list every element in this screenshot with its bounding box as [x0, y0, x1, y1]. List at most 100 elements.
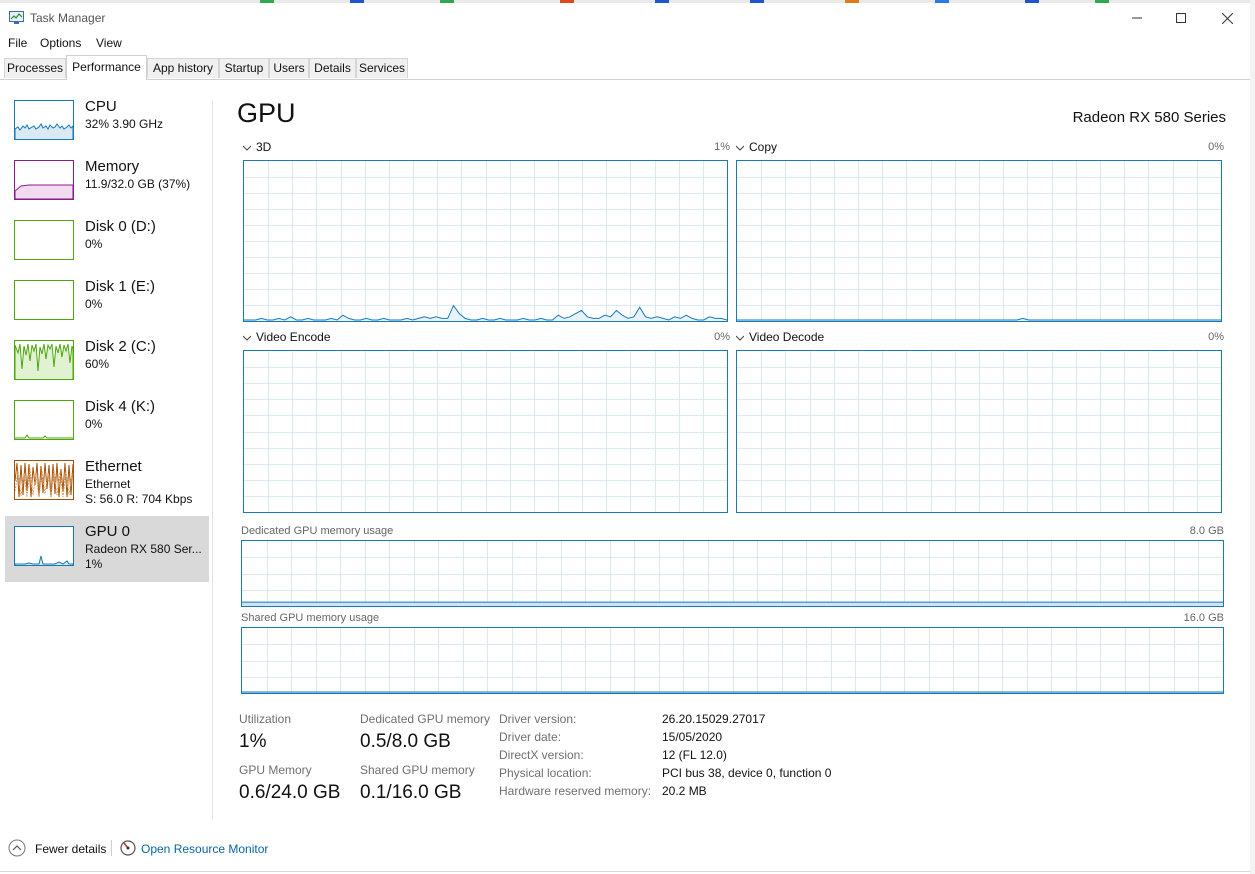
dedicated-memory-stat-value: 0.5/8.0 GB	[360, 731, 451, 752]
sidebar-item-memory[interactable]: Memory 11.9/32.0 GB (37%)	[5, 157, 209, 217]
sidebar-item-detail: Radeon RX 580 Ser...	[85, 542, 202, 556]
sidebar-item-label: Ethernet	[85, 458, 142, 475]
engine-graph-copy	[736, 160, 1222, 322]
maximize-icon	[1176, 13, 1186, 23]
dedicated-memory-fill	[242, 602, 1223, 606]
window-title: Task Manager	[30, 11, 106, 25]
sidebar-item-disk-1[interactable]: Disk 1 (E:) 0%	[5, 277, 209, 337]
close-button[interactable]	[1204, 3, 1250, 33]
desktop-edge	[1250, 0, 1255, 874]
disk-4-thumbnail	[14, 400, 74, 440]
driver-version-value: 26.20.15029.27017	[662, 712, 766, 726]
memory-thumbnail	[14, 160, 74, 200]
maximize-button[interactable]	[1158, 3, 1204, 33]
physical-location-value: PCI bus 38, device 0, function 0	[662, 766, 832, 780]
dedicated-memory-label: Dedicated GPU memory usage	[241, 525, 394, 537]
reserved-memory-value: 20.2 MB	[662, 784, 707, 798]
footer-divider	[111, 840, 112, 856]
tab-app-history[interactable]: App history	[147, 58, 219, 78]
tab-services[interactable]: Services	[356, 58, 408, 78]
engine-label: Video Decode	[749, 330, 825, 344]
tab-users[interactable]: Users	[269, 58, 309, 78]
engine-selector-video-encode[interactable]: Video Encode	[242, 330, 331, 344]
window-bottom-border	[0, 871, 1250, 872]
task-manager-icon	[9, 11, 24, 24]
sidebar-item-usage: 1%	[85, 557, 103, 571]
chevron-down-icon	[242, 140, 252, 154]
fewer-details-button[interactable]	[8, 839, 26, 857]
title-bar: Task Manager	[0, 3, 1250, 33]
gpu-memory-label: GPU Memory	[239, 763, 312, 777]
menu-file[interactable]: File	[8, 36, 27, 50]
disk-0-thumbnail	[14, 220, 74, 260]
resource-sidebar: CPU 32% 3.90 GHz Memory 11.9/32.0 GB (37…	[0, 80, 212, 820]
sidebar-item-detail: 0%	[85, 297, 103, 311]
sidebar-item-disk-2[interactable]: Disk 2 (C:) 60%	[5, 337, 209, 397]
sidebar-item-label: Disk 2 (C:)	[85, 338, 156, 355]
sidebar-item-label: Disk 1 (E:)	[85, 278, 156, 295]
sidebar-item-cpu[interactable]: CPU 32% 3.90 GHz	[5, 97, 209, 157]
shared-memory-stat-value: 0.1/16.0 GB	[360, 782, 462, 803]
minimize-button[interactable]	[1114, 3, 1160, 33]
sidebar-item-detail: Ethernet	[85, 477, 131, 491]
footer: Fewer details Open Resource Monitor	[0, 836, 1250, 862]
tab-startup[interactable]: Startup	[219, 58, 269, 78]
gpu-model-name: Radeon RX 580 Series	[1072, 109, 1226, 126]
sidebar-item-detail: 60%	[85, 357, 110, 371]
engine-selector-copy[interactable]: Copy	[735, 140, 778, 154]
directx-version-label: DirectX version:	[499, 748, 584, 762]
sidebar-item-disk-4[interactable]: Disk 4 (K:) 0%	[5, 397, 209, 457]
dedicated-memory-max: 8.0 GB	[1189, 525, 1224, 537]
sidebar-item-disk-0[interactable]: Disk 0 (D:) 0%	[5, 217, 209, 277]
menu-options[interactable]: Options	[40, 36, 81, 50]
driver-version-label: Driver version:	[499, 712, 577, 726]
dedicated-memory-stat-label: Dedicated GPU memory	[360, 712, 491, 726]
driver-date-value: 15/05/2020	[662, 730, 723, 744]
resource-monitor-icon	[120, 840, 136, 856]
engine-graph-video-encode	[243, 350, 728, 513]
utilization-label: Utilization	[239, 712, 292, 726]
directx-version-value: 12 (FL 12.0)	[662, 748, 727, 762]
engine-selector-3d[interactable]: 3D	[242, 140, 272, 154]
tab-details[interactable]: Details	[309, 58, 356, 78]
utilization-value: 1%	[239, 731, 267, 752]
engine-percentage: 1%	[714, 141, 730, 153]
physical-location-label: Physical location:	[499, 766, 592, 780]
cpu-thumbnail	[14, 100, 74, 140]
shared-memory-stat-label: Shared GPU memory	[360, 763, 475, 777]
sidebar-item-label: Disk 0 (D:)	[85, 218, 156, 235]
sidebar-item-label: Disk 4 (K:)	[85, 398, 156, 415]
tab-performance[interactable]: Performance	[66, 55, 147, 80]
engine-percentage: 0%	[1208, 141, 1224, 153]
driver-date-label: Driver date:	[499, 730, 562, 744]
chevron-down-icon	[735, 140, 745, 154]
chevron-down-icon	[735, 330, 745, 344]
engine-label: Copy	[749, 140, 778, 154]
engine-label: 3D	[256, 140, 272, 154]
sidebar-item-detail: 11.9/32.0 GB (37%)	[85, 177, 191, 191]
chevron-down-icon	[242, 330, 252, 344]
shared-memory-graph	[241, 627, 1224, 694]
minimize-icon	[1132, 17, 1142, 19]
menu-view[interactable]: View	[96, 36, 122, 50]
sidebar-divider	[212, 100, 213, 820]
sidebar-item-ethernet[interactable]: Ethernet Ethernet S: 56.0 R: 704 Kbps	[5, 457, 209, 517]
tab-processes[interactable]: Processes	[4, 58, 66, 78]
tab-bar: Processes Performance App history Startu…	[0, 55, 1250, 80]
disk-1-thumbnail	[14, 280, 74, 320]
sidebar-item-label: GPU 0	[85, 523, 131, 540]
sidebar-item-detail: 0%	[85, 417, 103, 431]
dedicated-memory-graph	[241, 540, 1224, 607]
reserved-memory-label: Hardware reserved memory:	[499, 784, 652, 798]
engine-graph-3d	[243, 160, 728, 322]
sidebar-item-detail: 0%	[85, 237, 103, 251]
engine-percentage: 0%	[1208, 331, 1224, 343]
fewer-details-link[interactable]: Fewer details	[35, 842, 106, 856]
engine-selector-video-decode[interactable]: Video Decode	[735, 330, 825, 344]
sidebar-item-gpu-0[interactable]: GPU 0 Radeon RX 580 Ser... 1%	[5, 516, 209, 582]
shared-memory-max: 16.0 GB	[1183, 612, 1224, 624]
open-resource-monitor-link[interactable]: Open Resource Monitor	[141, 842, 268, 856]
disk-2-thumbnail	[14, 340, 74, 380]
sidebar-item-detail: 32% 3.90 GHz	[85, 117, 164, 131]
ethernet-thumbnail	[14, 460, 74, 500]
